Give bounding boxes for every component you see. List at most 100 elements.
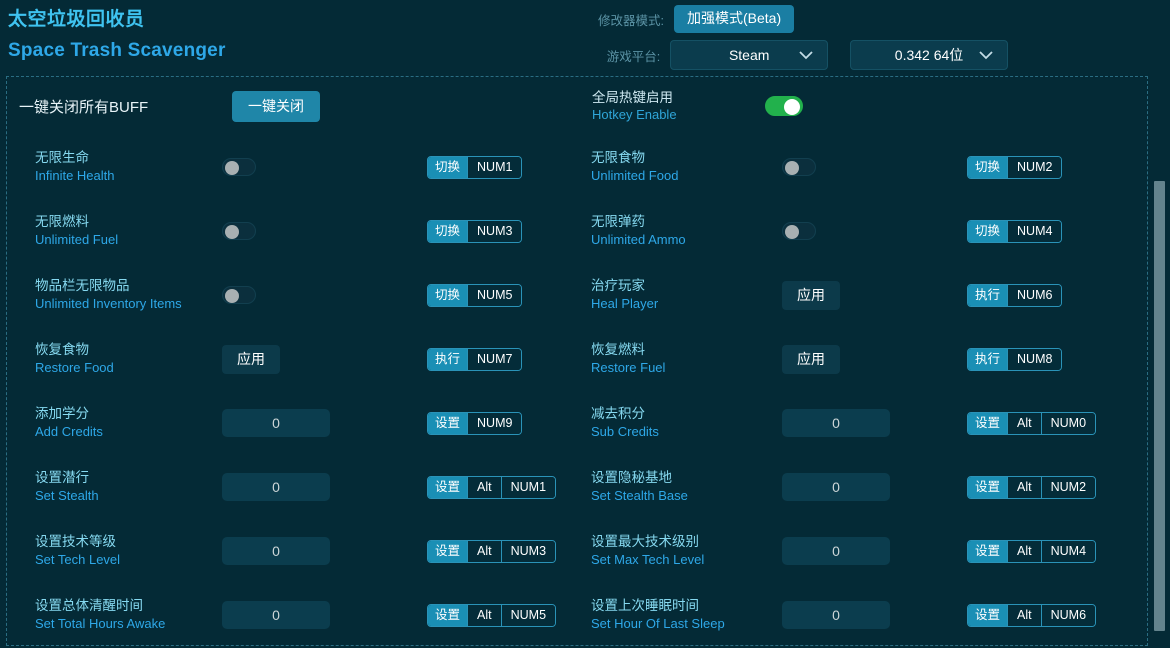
- scrollbar-thumb[interactable]: [1154, 181, 1165, 631]
- hotkey-key: Alt: [467, 605, 501, 626]
- hotkey-binding[interactable]: 设置AltNUM6: [967, 604, 1096, 627]
- cheat-toggle[interactable]: [222, 222, 256, 240]
- chevron-down-icon: [795, 41, 817, 69]
- cheat-labels: 无限生命Infinite Health: [7, 149, 197, 185]
- hotkey-binding[interactable]: 设置AltNUM4: [967, 540, 1096, 563]
- cheat-labels: 无限弹药Unlimited Ammo: [577, 213, 767, 249]
- options-panel: 一键关闭所有BUFF 一键关闭 全局热键启用 Hotkey Enable 无限生…: [6, 76, 1148, 646]
- hotkey-action-label: 切换: [428, 221, 467, 242]
- hotkey-enable-toggle[interactable]: [765, 96, 803, 116]
- cheat-label-en: Add Credits: [35, 423, 197, 441]
- hotkey-slot: 设置AltNUM3: [427, 540, 556, 563]
- hotkey-enable-label-en: Hotkey Enable: [592, 106, 765, 123]
- hotkey-binding[interactable]: 执行NUM6: [967, 284, 1062, 307]
- hotkey-slot: 设置NUM9: [427, 412, 522, 435]
- cheat-row: 物品栏无限物品Unlimited Inventory Items切换NUM5治疗…: [7, 263, 1147, 327]
- hotkey-binding[interactable]: 执行NUM8: [967, 348, 1062, 371]
- value-input[interactable]: [222, 409, 330, 437]
- hotkey-binding[interactable]: 切换NUM4: [967, 220, 1062, 243]
- hotkey-slot: 执行NUM7: [427, 348, 522, 371]
- cheat-toggle[interactable]: [782, 158, 816, 176]
- hotkey-binding[interactable]: 设置AltNUM0: [967, 412, 1096, 435]
- value-input[interactable]: [222, 537, 330, 565]
- hotkey-action-label: 设置: [428, 541, 467, 562]
- hotkey-key: NUM5: [501, 605, 555, 626]
- cheat-label-cn: 无限生命: [35, 149, 197, 167]
- cheat-labels: 减去积分Sub Credits: [577, 405, 767, 441]
- apply-button[interactable]: 应用: [782, 345, 840, 374]
- toggle-knob: [225, 289, 239, 303]
- hotkey-binding[interactable]: 切换NUM2: [967, 156, 1062, 179]
- apply-button[interactable]: 应用: [782, 281, 840, 310]
- hotkey-key: NUM4: [1007, 221, 1061, 242]
- hotkey-binding[interactable]: 切换NUM1: [427, 156, 522, 179]
- hotkey-action-label: 设置: [968, 413, 1007, 434]
- cheat-toggle[interactable]: [222, 158, 256, 176]
- hotkey-slot: 切换NUM4: [967, 220, 1062, 243]
- value-input[interactable]: [782, 537, 890, 565]
- hotkey-key: Alt: [1007, 477, 1041, 498]
- disable-all-buffs-button[interactable]: 一键关闭: [232, 91, 320, 122]
- cheat-control: [197, 537, 402, 565]
- hotkey-binding[interactable]: 执行NUM7: [427, 348, 522, 371]
- mode-label: 修改器模式:: [588, 10, 674, 29]
- cheat-label-cn: 恢复食物: [35, 341, 197, 359]
- value-input[interactable]: [222, 601, 330, 629]
- cheat-row: 添加学分Add Credits设置NUM9减去积分Sub Credits设置Al…: [7, 391, 1147, 455]
- cheat-label-cn: 物品栏无限物品: [35, 277, 197, 295]
- hotkey-binding[interactable]: 设置AltNUM2: [967, 476, 1096, 499]
- value-input[interactable]: [222, 473, 330, 501]
- toggle-knob: [225, 225, 239, 239]
- hotkey-key: NUM6: [1041, 605, 1095, 626]
- cheat-control: [197, 158, 402, 176]
- cheat-item: 无限弹药Unlimited Ammo 切换NUM4: [577, 199, 1147, 263]
- platform-label: 游戏平台:: [588, 46, 670, 65]
- hotkey-key: NUM2: [1041, 477, 1095, 498]
- value-input[interactable]: [782, 409, 890, 437]
- hotkey-key: NUM3: [467, 221, 521, 242]
- hotkey-key: NUM3: [501, 541, 555, 562]
- cheat-toggle[interactable]: [222, 286, 256, 304]
- hotkey-enable-labels: 全局热键启用 Hotkey Enable: [577, 89, 765, 123]
- trainer-mode-button[interactable]: 加强模式(Beta): [674, 5, 794, 33]
- hotkey-key: Alt: [1007, 605, 1041, 626]
- cheat-toggle[interactable]: [782, 222, 816, 240]
- cheat-label-cn: 添加学分: [35, 405, 197, 423]
- cheat-label-cn: 恢复燃料: [591, 341, 767, 359]
- version-select[interactable]: 0.342 64位: [850, 40, 1008, 70]
- cheat-item: 治疗玩家Heal Player应用执行NUM6: [577, 263, 1147, 327]
- toggle-knob: [785, 225, 799, 239]
- hotkey-binding[interactable]: 切换NUM5: [427, 284, 522, 307]
- cheat-labels: 添加学分Add Credits: [7, 405, 197, 441]
- hotkey-binding[interactable]: 设置AltNUM3: [427, 540, 556, 563]
- vertical-scrollbar[interactable]: [1152, 76, 1166, 646]
- platform-select[interactable]: Steam: [670, 40, 828, 70]
- hotkey-slot: 切换NUM1: [427, 156, 522, 179]
- cheat-item: 无限生命Infinite Health 切换NUM1: [7, 135, 577, 199]
- cheat-control: [767, 409, 972, 437]
- value-input[interactable]: [782, 473, 890, 501]
- cheat-labels: 设置总体清醒时间Set Total Hours Awake: [7, 597, 197, 633]
- platform-select-value: Steam: [729, 47, 769, 63]
- cheat-label-en: Infinite Health: [35, 167, 197, 185]
- cheat-control: 应用: [767, 281, 972, 310]
- cheat-labels: 设置上次睡眠时间Set Hour Of Last Sleep: [577, 597, 767, 633]
- cheat-control: 应用: [197, 345, 402, 374]
- hotkey-action-label: 切换: [428, 157, 467, 178]
- cheat-label-cn: 设置上次睡眠时间: [591, 597, 767, 615]
- value-input[interactable]: [782, 601, 890, 629]
- hotkey-key: NUM9: [467, 413, 521, 434]
- cheat-row: 设置潜行Set Stealth设置AltNUM1设置隐秘基地Set Stealt…: [7, 455, 1147, 519]
- hotkey-binding[interactable]: 设置NUM9: [427, 412, 522, 435]
- hotkey-binding[interactable]: 设置AltNUM1: [427, 476, 556, 499]
- hotkey-key: Alt: [467, 541, 501, 562]
- toggle-knob: [785, 161, 799, 175]
- cheat-item: 设置总体清醒时间Set Total Hours Awake 设置AltNUM5: [7, 583, 577, 646]
- cheat-label-cn: 设置潜行: [35, 469, 197, 487]
- cheat-row: 设置总体清醒时间Set Total Hours Awake设置AltNUM5设置…: [7, 583, 1147, 646]
- cheat-item: 设置潜行Set Stealth设置AltNUM1: [7, 455, 577, 519]
- apply-button[interactable]: 应用: [222, 345, 280, 374]
- hotkey-binding[interactable]: 设置AltNUM5: [427, 604, 556, 627]
- cheat-control: [767, 222, 972, 240]
- hotkey-binding[interactable]: 切换NUM3: [427, 220, 522, 243]
